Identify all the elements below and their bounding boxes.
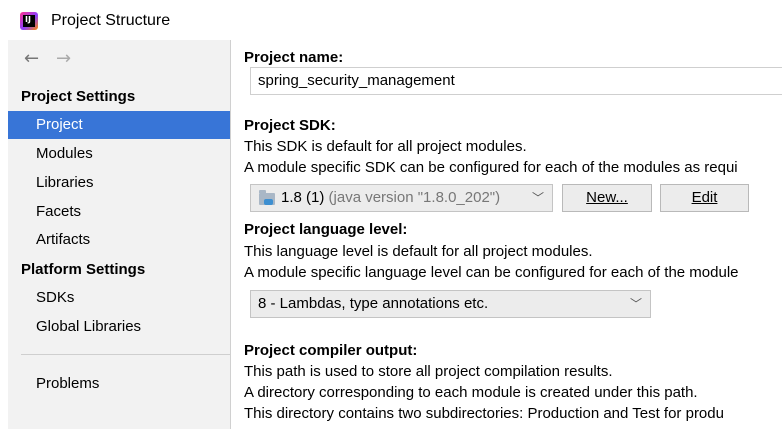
sidebar-item-facets[interactable]: Facets <box>8 198 230 226</box>
project-name-input[interactable]: spring_security_management <box>250 67 782 95</box>
compiler-output-description-3: This directory contains two subdirectori… <box>244 405 724 422</box>
compiler-output-description-2: A directory corresponding to each module… <box>244 384 698 401</box>
project-settings-panel: Project name: spring_security_management… <box>231 40 782 429</box>
sidebar-item-libraries[interactable]: Libraries <box>8 169 230 197</box>
sidebar-item-artifacts[interactable]: Artifacts <box>8 226 230 254</box>
sdk-version: 1.8 (1) <box>281 189 325 206</box>
back-arrow-icon[interactable]: ← <box>24 48 39 69</box>
sidebar: ← → Project Settings Project Modules Lib… <box>8 40 231 429</box>
language-level-label: Project language level: <box>244 221 408 238</box>
language-level-description-1: This language level is default for all p… <box>244 243 593 260</box>
sidebar-divider <box>21 354 230 355</box>
window-left-edge <box>0 40 8 429</box>
project-sdk-select[interactable]: 1.8 (1) (java version "1.8.0_202") ﹀ <box>250 184 553 212</box>
intellij-app-icon: IJ <box>20 12 38 30</box>
sidebar-item-sdks[interactable]: SDKs <box>8 284 230 312</box>
window-title: Project Structure <box>51 12 171 29</box>
project-name-label: Project name: <box>244 49 344 66</box>
title-bar: IJ Project Structure <box>0 0 782 40</box>
language-level-value: 8 - Lambdas, type annotations etc. <box>258 295 489 312</box>
group-platform-settings: Platform Settings <box>21 261 146 278</box>
chevron-down-icon: ﹀ <box>531 191 544 205</box>
sdk-description-1: This SDK is default for all project modu… <box>244 138 527 155</box>
sdk-description-2: A module specific SDK can be configured … <box>244 159 738 176</box>
sdk-folder-icon <box>259 190 275 205</box>
language-level-select[interactable]: 8 - Lambdas, type annotations etc. ﹀ <box>250 290 651 318</box>
language-level-description-2: A module specific language level can be … <box>244 264 739 281</box>
sidebar-item-problems[interactable]: Problems <box>8 370 230 398</box>
edit-sdk-button[interactable]: Edit <box>660 184 749 212</box>
sidebar-item-project[interactable]: Project <box>8 111 230 139</box>
forward-arrow-icon[interactable]: → <box>56 48 71 69</box>
project-sdk-label: Project SDK: <box>244 117 336 134</box>
compiler-output-label: Project compiler output: <box>244 342 418 359</box>
group-project-settings: Project Settings <box>21 88 136 105</box>
compiler-output-description-1: This path is used to store all project c… <box>244 363 613 380</box>
sidebar-item-global-libraries[interactable]: Global Libraries <box>8 313 230 341</box>
chevron-down-icon: ﹀ <box>629 297 642 311</box>
sdk-version-detail: (java version "1.8.0_202") <box>328 189 501 206</box>
new-sdk-button[interactable]: New... <box>562 184 652 212</box>
sidebar-item-modules[interactable]: Modules <box>8 140 230 168</box>
